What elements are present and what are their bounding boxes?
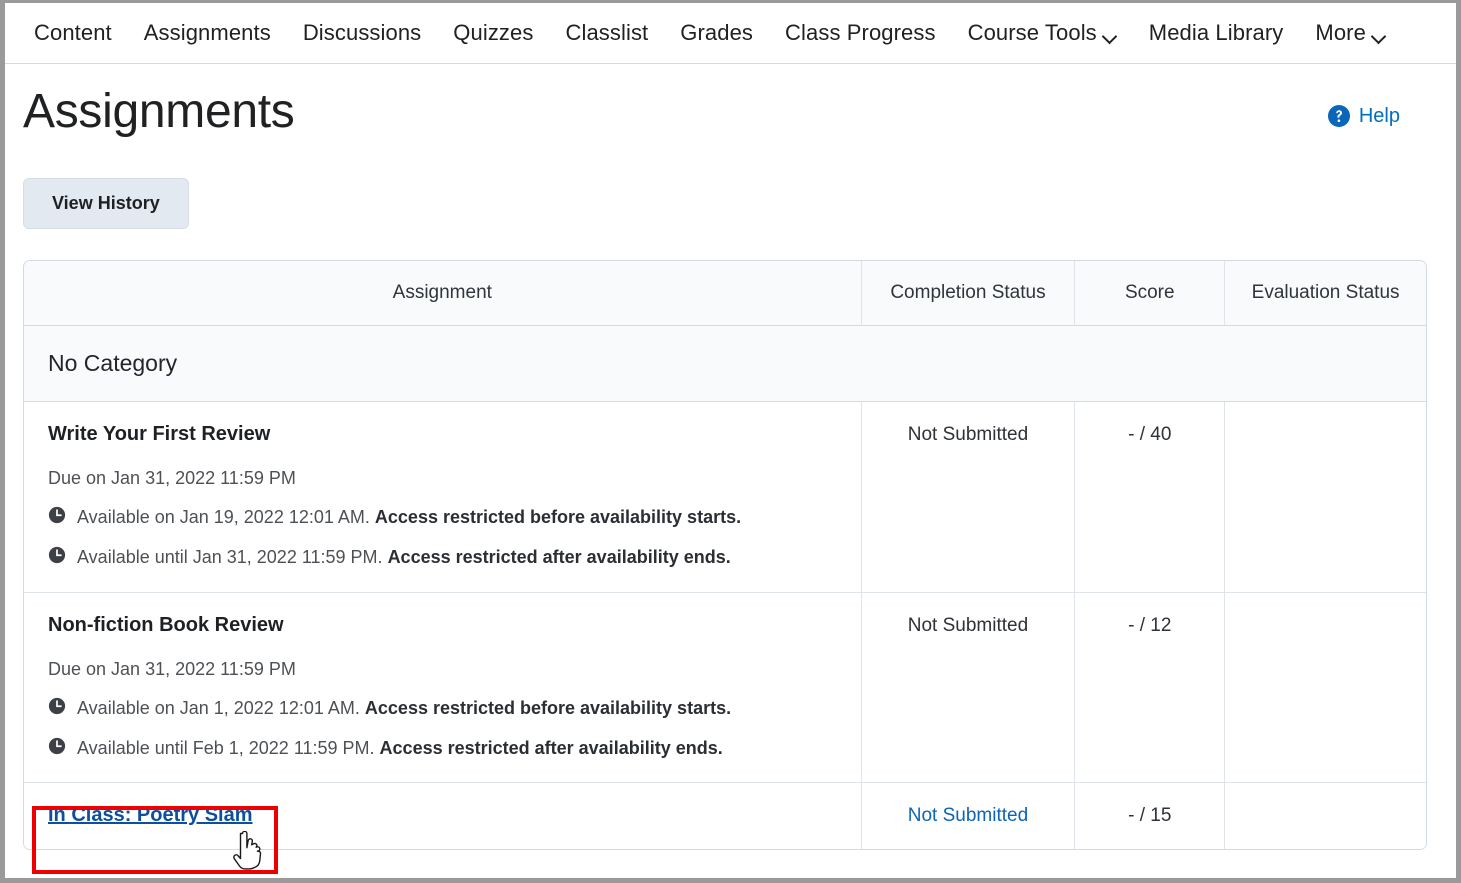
nav-item-label: More xyxy=(1315,20,1366,45)
page-header: Assignments Help xyxy=(23,64,1438,142)
score-cell: - / 40 xyxy=(1074,402,1225,593)
help-button[interactable]: Help xyxy=(1327,104,1400,128)
category-row: No Category xyxy=(24,326,1426,402)
availability-text: Available until Feb 1, 2022 11:59 PM. Ac… xyxy=(77,736,723,760)
availability-text: Available on Jan 19, 2022 12:01 AM. Acce… xyxy=(77,505,741,529)
nav-item-discussions[interactable]: Discussions xyxy=(287,20,437,46)
assignment-cell: Non-fiction Book Review Due on Jan 31, 2… xyxy=(24,592,861,784)
nav-item-label: Class Progress xyxy=(785,20,936,45)
nav-item-class-progress[interactable]: Class Progress xyxy=(769,20,952,46)
availability-text: Available on Jan 1, 2022 12:01 AM. Acces… xyxy=(77,696,731,720)
availability-restriction: Access restricted after availability end… xyxy=(379,737,723,758)
column-header-assignment[interactable]: Assignment xyxy=(24,261,861,326)
nav-item-course-tools[interactable]: Course Tools xyxy=(952,20,1133,46)
completion-status-cell: Not Submitted xyxy=(860,592,1075,784)
assignment-cell: Write Your First Review Due on Jan 31, 2… xyxy=(24,402,861,593)
column-header-completion-status[interactable]: Completion Status xyxy=(860,261,1075,326)
availability-restriction: Access restricted before availability st… xyxy=(364,697,732,718)
clock-icon xyxy=(48,697,66,715)
nav-item-label: Course Tools xyxy=(967,20,1097,45)
help-circle-icon xyxy=(1327,104,1351,128)
assignments-table: Assignment Completion Status Score Evalu… xyxy=(23,260,1427,851)
nav-item-grades[interactable]: Grades xyxy=(664,20,769,46)
chevron-down-icon xyxy=(1373,31,1386,39)
nav-item-label: Content xyxy=(34,20,112,45)
completion-status-link[interactable]: Not Submitted xyxy=(860,783,1075,850)
availability-end: Available until Feb 1, 2022 11:59 PM. Ac… xyxy=(48,736,837,760)
availability-start: Available on Jan 19, 2022 12:01 AM. Acce… xyxy=(48,505,837,529)
evaluation-status-cell xyxy=(1224,783,1426,850)
clock-icon xyxy=(48,506,66,524)
availability-restriction: Access restricted before availability st… xyxy=(374,507,742,527)
availability-date: Available on Jan 19, 2022 12:01 AM. xyxy=(77,507,370,527)
help-label: Help xyxy=(1358,104,1400,127)
nav-item-more[interactable]: More xyxy=(1299,20,1402,46)
course-navbar: Content Assignments Discussions Quizzes … xyxy=(5,3,1456,64)
view-history-button[interactable]: View History xyxy=(23,178,189,229)
table-header-row: Assignment Completion Status Score Evalu… xyxy=(24,261,1426,326)
assignment-link-in-class-poetry-slam[interactable]: In Class: Poetry Slam xyxy=(48,804,253,827)
assignment-cell: In Class: Poetry Slam xyxy=(24,783,861,850)
nav-item-media-library[interactable]: Media Library xyxy=(1133,20,1300,46)
clock-icon xyxy=(48,737,66,755)
evaluation-status-cell xyxy=(1224,402,1426,593)
score-cell: - / 15 xyxy=(1074,783,1225,850)
score-cell: - / 12 xyxy=(1074,592,1225,784)
nav-item-label: Quizzes xyxy=(453,20,534,45)
table-row: In Class: Poetry Slam Not Submitted - / … xyxy=(24,783,1426,850)
due-date: Due on Jan 31, 2022 11:59 PM xyxy=(48,468,296,488)
nav-item-label: Discussions xyxy=(302,20,422,45)
nav-item-assignments[interactable]: Assignments xyxy=(128,20,287,46)
table-row: Write Your First Review Due on Jan 31, 2… xyxy=(24,402,1426,593)
availability-restriction: Access restricted after availability end… xyxy=(387,547,731,568)
clock-icon xyxy=(48,546,66,564)
browser-window: Content Assignments Discussions Quizzes … xyxy=(0,0,1461,883)
nav-item-label: Media Library xyxy=(1148,20,1284,45)
availability-date: Available until Jan 31, 2022 11:59 PM. xyxy=(77,547,383,568)
availability-end: Available until Jan 31, 2022 11:59 PM. A… xyxy=(48,545,837,569)
table-body: No Category Write Your First Review Due … xyxy=(24,326,1426,850)
column-header-evaluation-status[interactable]: Evaluation Status xyxy=(1224,261,1426,326)
page-body: Assignments Help View History Assignment xyxy=(5,64,1456,878)
assignment-title: Write Your First Review xyxy=(48,423,271,445)
nav-item-label: Grades xyxy=(680,20,754,45)
assignment-title: Non-fiction Book Review xyxy=(48,613,284,636)
nav-item-quizzes[interactable]: Quizzes xyxy=(437,20,549,46)
category-label: No Category xyxy=(24,326,1426,402)
table-header: Assignment Completion Status Score Evalu… xyxy=(24,261,1426,326)
availability-date: Available on Jan 1, 2022 12:01 AM. xyxy=(77,697,360,718)
due-date: Due on Jan 31, 2022 11:59 PM xyxy=(48,658,296,679)
nav-item-label: Assignments xyxy=(143,20,271,45)
column-header-score[interactable]: Score xyxy=(1074,261,1225,326)
nav-item-content[interactable]: Content xyxy=(18,20,128,46)
availability-text: Available until Jan 31, 2022 11:59 PM. A… xyxy=(77,545,731,569)
availability-date: Available until Feb 1, 2022 11:59 PM. xyxy=(77,737,375,758)
page-title: Assignments xyxy=(23,85,295,138)
availability-start: Available on Jan 1, 2022 12:01 AM. Acces… xyxy=(48,696,837,720)
evaluation-status-cell xyxy=(1224,592,1426,784)
table-row: Non-fiction Book Review Due on Jan 31, 2… xyxy=(24,592,1426,784)
nav-item-classlist[interactable]: Classlist xyxy=(549,20,664,46)
completion-status-cell: Not Submitted xyxy=(860,402,1075,593)
nav-item-label: Classlist xyxy=(565,20,649,45)
chevron-down-icon xyxy=(1104,31,1117,39)
